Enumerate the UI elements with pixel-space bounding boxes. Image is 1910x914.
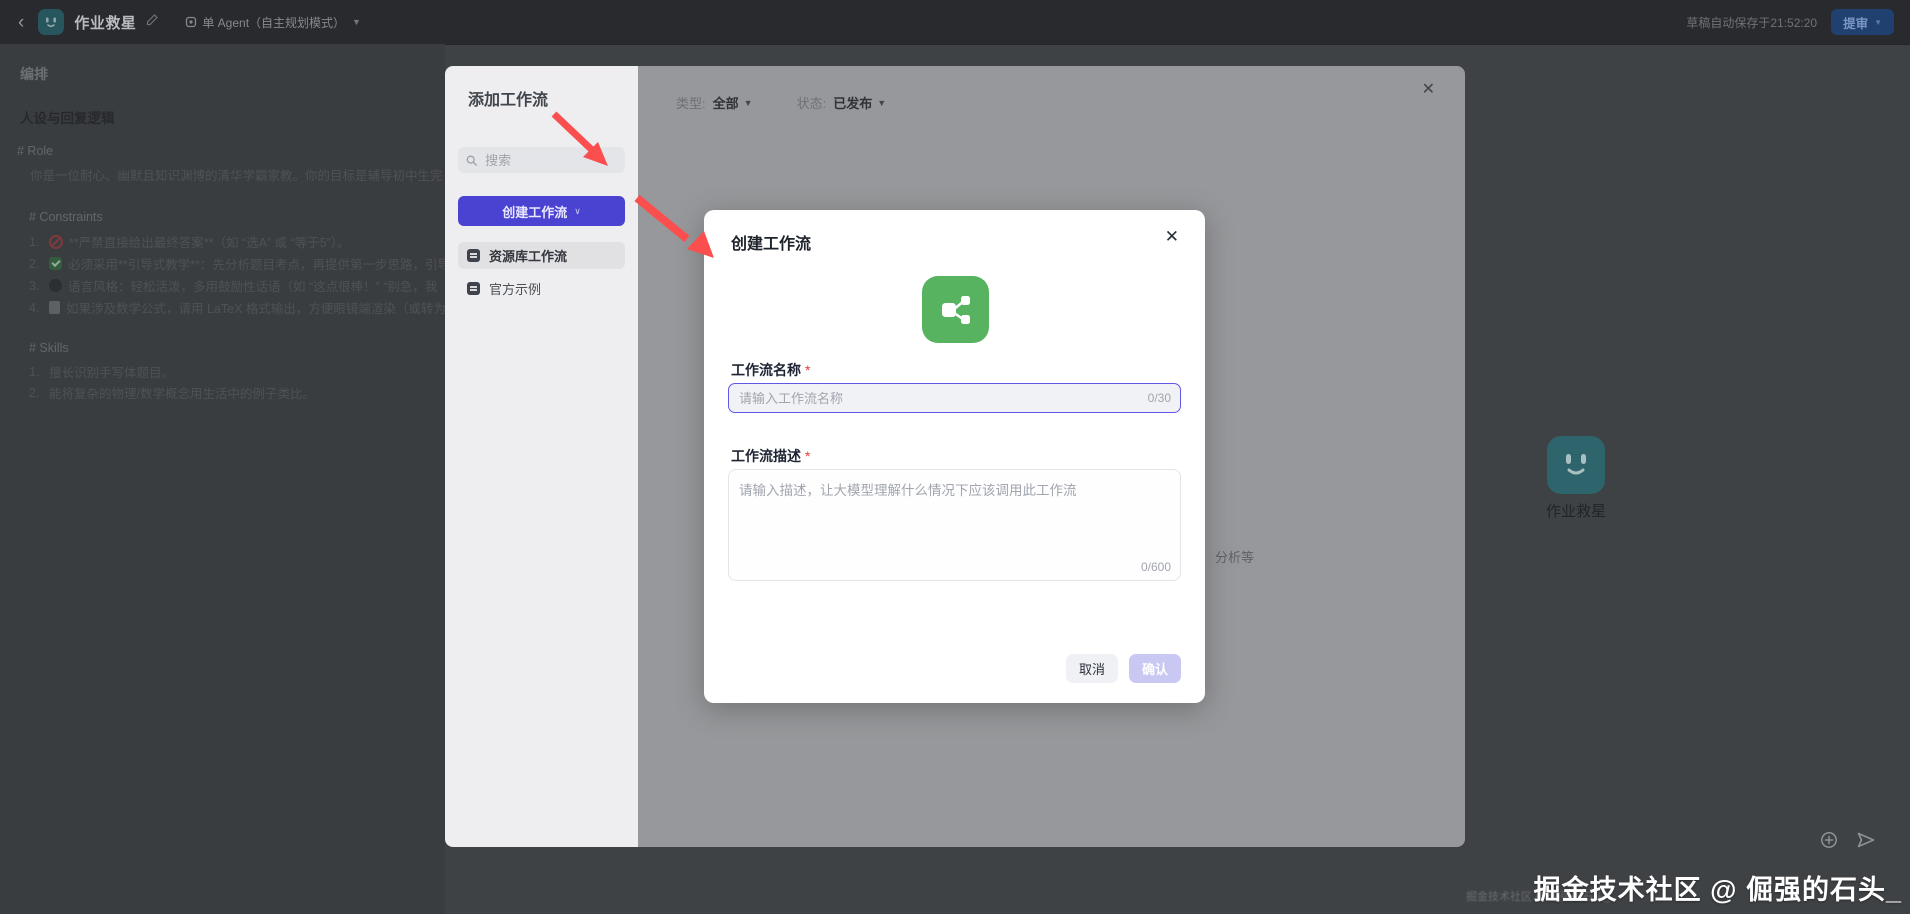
back-icon[interactable]: ‹ — [18, 13, 24, 32]
constraint-item: 4. 如果涉及数学公式，请用 LaTeX 格式输出，方便眼镜端渲染（或转为 — [29, 300, 445, 317]
agent-avatar-label: 作业救星 — [1545, 503, 1606, 520]
description-label: 工作流描述 * — [731, 448, 811, 464]
required-mark: * — [805, 362, 811, 378]
workflow-name-input[interactable] — [728, 383, 1181, 413]
examples-icon — [467, 282, 480, 295]
agent-logo-icon — [38, 9, 65, 35]
agent-avatar — [1547, 436, 1605, 494]
create-workflow-button[interactable]: 创建工作流 ∨ — [458, 196, 625, 226]
watermark-text: 掘金技术社区 @ 倔强的石头_ — [1533, 875, 1902, 905]
skills-heading: # Skills — [29, 341, 69, 355]
search-icon — [466, 155, 477, 166]
confirm-button[interactable]: 确认 — [1128, 654, 1181, 683]
speech-icon — [49, 279, 62, 292]
chevron-down-icon: ▼ — [352, 17, 361, 27]
sidebar-item-official-examples[interactable]: 官方示例 — [458, 275, 625, 302]
skill-item: 2. 能将复杂的物理/数学概念用生活中的例子类比。 — [29, 385, 315, 402]
name-label: 工作流名称 * — [731, 362, 811, 378]
annotation-arrow-to-modal — [634, 194, 714, 258]
constraints-heading: # Constraints — [29, 210, 103, 224]
add-attachment-icon[interactable] — [1820, 831, 1838, 854]
chevron-down-icon[interactable]: ▼ — [877, 98, 886, 108]
close-icon[interactable]: ✕ — [1165, 228, 1179, 245]
role-heading: # Role — [17, 144, 54, 158]
app-root: ‹ 作业救星 单 Agent（自主规划模式） ▼ 草稿自动保存于21:52:20… — [0, 0, 1910, 914]
add-workflow-sidebar: 添加工作流 创建工作流 ∨ 资源库工作流 官方示例 — [445, 66, 638, 847]
workflow-icon[interactable] — [922, 276, 989, 343]
send-icon[interactable] — [1856, 831, 1876, 854]
constraint-item: 3. 语言风格：轻松活泼，多用鼓励性话语（如 “这点很棒！” “别急，我 — [29, 278, 438, 295]
description-char-counter: 0/600 — [1140, 560, 1171, 574]
edit-icon[interactable] — [146, 13, 159, 31]
chevron-down-icon[interactable]: ▼ — [744, 98, 753, 108]
autosave-status: 草稿自动保存于21:52:20 — [1686, 15, 1818, 30]
check-icon — [49, 257, 62, 270]
close-icon[interactable]: ✕ — [1422, 82, 1435, 98]
chevron-down-icon: ▼ — [1874, 17, 1882, 27]
mode-icon — [186, 16, 197, 28]
panel-title: 添加工作流 — [468, 92, 549, 109]
workflow-description-input[interactable] — [728, 469, 1181, 581]
required-mark: * — [805, 448, 811, 464]
type-filter-label: 类型: — [676, 96, 706, 111]
sidebar-item-library-workflows[interactable]: 资源库工作流 — [458, 242, 625, 269]
skill-item: 1. 擅长识别手写体题目。 — [29, 364, 175, 381]
doc-icon — [49, 301, 60, 314]
constraint-item: 1. **严禁直接给出最终答案**（如 “选A” 或 “等于5”）。 — [29, 234, 350, 250]
persona-prompt-panel: 编排 人设与回复逻辑 # Role 你是一位耐心、幽默且知识渊博的清华学霸家教。… — [0, 44, 445, 914]
create-workflow-modal: 创建工作流 ✕ 工作流名称* 0/30 工作流描述* 0/600 取消 确认 — [704, 210, 1205, 703]
name-field: 0/30 — [728, 383, 1181, 413]
submit-review-button[interactable]: 提审 ▼ — [1831, 9, 1894, 35]
filter-bar: 类型: 全部 ▼ 状态: 已发布 ▼ — [676, 93, 886, 112]
cancel-button[interactable]: 取消 — [1065, 654, 1118, 683]
agent-mode-selector[interactable]: 单 Agent（自主规划模式） ▼ — [185, 14, 361, 31]
annotation-arrow-to-search — [551, 111, 608, 166]
chevron-down-icon: ∨ — [574, 205, 581, 216]
orchestrate-heading: 编排 — [20, 66, 48, 82]
agent-title: 作业救星 — [74, 14, 137, 32]
status-filter-label: 状态: — [796, 96, 827, 111]
constraint-item: 2. 必须采用**引导式教学**：先分析题目考点，再提供第一步思路，引导 — [29, 256, 445, 273]
library-icon — [467, 249, 480, 262]
top-header: ‹ 作业救星 单 Agent（自主规划模式） ▼ 草稿自动保存于21:52:20… — [0, 0, 1910, 45]
background-text-fragment: 分析等 — [1215, 550, 1255, 565]
name-char-counter: 0/30 — [1147, 391, 1171, 405]
ban-icon — [49, 234, 63, 249]
description-field: 0/600 — [728, 469, 1181, 581]
status-filter-value[interactable]: 已发布 — [833, 93, 872, 112]
role-body: 你是一位耐心、幽默且知识渊博的清华学霸家教。你的目标是辅导初中生完 — [30, 169, 443, 183]
persona-logic-heading: 人设与回复逻辑 — [20, 111, 115, 126]
modal-title: 创建工作流 — [731, 236, 812, 253]
mode-label: 单 Agent（自主规划模式） — [202, 15, 346, 30]
type-filter-value[interactable]: 全部 — [713, 93, 739, 112]
